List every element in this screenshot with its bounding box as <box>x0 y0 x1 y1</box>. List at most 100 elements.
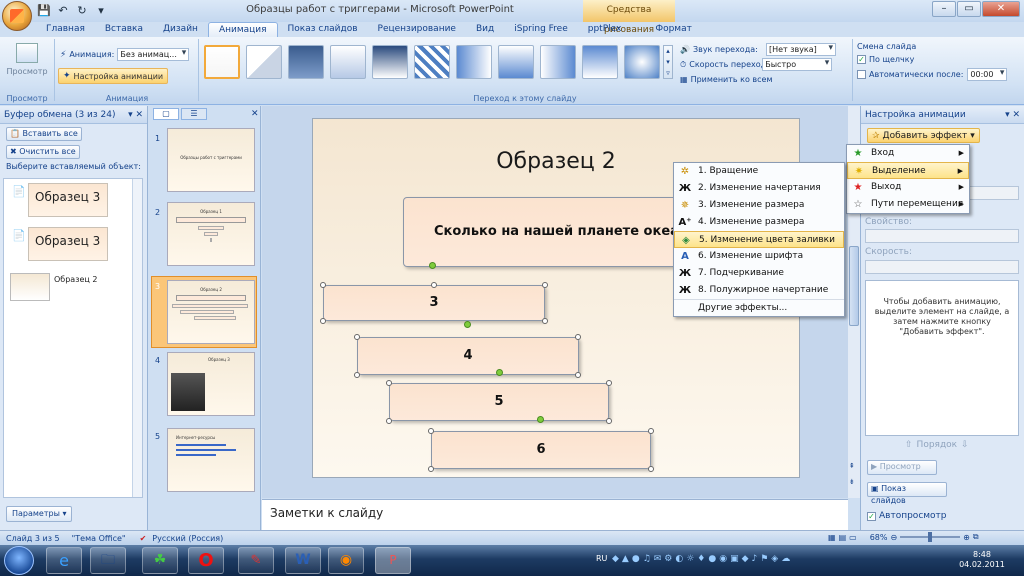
slide-thumb-3[interactable]: Образец 2 <box>167 280 255 344</box>
add-effect-button[interactable]: ✰ Добавить эффект ▾ <box>867 128 980 143</box>
menu-item-grow[interactable]: ✵ 3. Изменение размера <box>674 197 844 214</box>
resize-handle[interactable] <box>606 380 612 386</box>
answer-box-5[interactable]: 5 <box>389 383 609 421</box>
tab-pptplex[interactable]: pptPlex <box>578 22 632 37</box>
sound-dropdown[interactable]: [Нет звука] <box>765 43 836 56</box>
panel-close-icon[interactable]: ▾ ✕ <box>128 110 143 120</box>
tab-slideshow[interactable]: Показ слайдов <box>278 22 368 37</box>
menu-item-underline[interactable]: Ж 7. Подчеркивание <box>674 265 844 282</box>
resize-handle[interactable] <box>428 428 434 434</box>
tab-ispring[interactable]: iSpring Free <box>504 22 578 37</box>
menu-item-more-effects[interactable]: Другие эффекты... <box>674 299 844 316</box>
slide-thumb-1[interactable]: Образцы работ с триггерами <box>167 128 255 192</box>
animation-dropdown[interactable]: Без анимац... <box>117 48 190 61</box>
preview-button[interactable]: Просмотр <box>6 43 48 76</box>
normal-view-icon[interactable]: ▦ <box>828 533 836 542</box>
rotation-handle[interactable] <box>537 416 544 423</box>
clip-item[interactable]: Образец 3 <box>28 183 108 217</box>
answer-box-4[interactable]: 4 <box>357 337 579 375</box>
gallery-scroll[interactable]: ▴ ▾ ▿ <box>663 45 673 79</box>
answer-box-3[interactable]: 3 <box>323 285 545 321</box>
on-click-checkbox[interactable]: ✓ По щелчку <box>857 55 1007 64</box>
resize-handle[interactable] <box>354 372 360 378</box>
zoom-level[interactable]: 68% <box>870 533 888 542</box>
preview-anim-button[interactable]: ▶ Просмотр <box>867 460 937 475</box>
options-button[interactable]: Параметры ▾ <box>6 506 73 522</box>
contacts-icon[interactable]: ☘ <box>142 547 178 574</box>
zoom-out-icon[interactable]: ⊖ <box>890 533 897 542</box>
transition-thumb[interactable] <box>456 45 492 79</box>
tray-icons[interactable]: ◆▲●♫✉⚙◐☼♦●◉▣◆♪⚑◈☁ <box>612 554 942 567</box>
clip-slide-thumb[interactable] <box>10 273 50 301</box>
tab-view[interactable]: Вид <box>466 22 504 37</box>
transition-thumb[interactable] <box>540 45 576 79</box>
clock[interactable]: 8:48 04.02.2011 <box>942 550 1022 570</box>
tab-design[interactable]: Дизайн <box>153 22 208 37</box>
move-down-icon[interactable]: ⇩ <box>961 440 969 450</box>
menu-item-change-style[interactable]: Ж 2. Изменение начертания <box>674 180 844 197</box>
scroll-thumb[interactable] <box>849 246 859 326</box>
slide-thumb-5[interactable]: Интернет-ресурсы <box>167 428 255 492</box>
tab-home[interactable]: Главная <box>36 22 95 37</box>
rotation-handle[interactable] <box>429 262 436 269</box>
minimize-button[interactable]: – <box>932 1 956 17</box>
menu-item-motion-paths[interactable]: ☆ Пути перемещения ▶ <box>847 196 969 213</box>
tab-animation[interactable]: Анимация <box>207 22 278 37</box>
resize-handle[interactable] <box>320 318 326 324</box>
rotation-handle[interactable] <box>496 369 503 376</box>
undo-icon[interactable]: ↶ <box>55 3 71 19</box>
rotation-handle[interactable] <box>464 321 471 328</box>
resize-handle[interactable] <box>606 418 612 424</box>
close-button[interactable]: ✕ <box>982 1 1020 17</box>
zoom-slider[interactable] <box>900 532 961 542</box>
resize-handle[interactable] <box>428 466 434 472</box>
clip-item[interactable]: Образец 3 <box>28 227 108 261</box>
clear-all-button[interactable]: ✖ Очистить все <box>6 145 80 159</box>
resize-handle[interactable] <box>320 282 326 288</box>
panel-close-icon[interactable]: ▾ ✕ <box>1005 110 1020 120</box>
answer-box-6[interactable]: 6 <box>431 431 651 469</box>
apply-all-button[interactable]: ▦ Применить ко всем <box>680 75 773 84</box>
resize-handle[interactable] <box>386 418 392 424</box>
slide-thumb-4[interactable]: Образец 3 <box>167 352 255 416</box>
office-button[interactable] <box>2 1 32 31</box>
resize-handle[interactable] <box>354 334 360 340</box>
redo-icon[interactable]: ↻ <box>74 3 90 19</box>
animation-list[interactable]: Чтобы добавить анимацию, выделите элемен… <box>865 280 1019 436</box>
resize-handle[interactable] <box>542 318 548 324</box>
zoom-in-icon[interactable]: ⊕ <box>963 533 970 542</box>
opera-icon[interactable]: O <box>188 547 224 574</box>
word-icon[interactable]: W <box>285 547 321 574</box>
next-slide-icon[interactable]: ⇟ <box>849 478 855 486</box>
transition-thumb[interactable] <box>624 45 660 79</box>
outline-tab-icon[interactable]: ☰ <box>181 108 207 120</box>
custom-animation-button[interactable]: ✦ Настройка анимации <box>58 68 169 84</box>
speed-dropdown[interactable]: Быстро <box>762 58 833 71</box>
autopreview-checkbox[interactable]: ✓ Автопросмотр <box>867 511 947 521</box>
transition-thumb[interactable] <box>330 45 366 79</box>
tab-review[interactable]: Рецензирование <box>368 22 466 37</box>
slide-thumb-2[interactable]: Образец 1 <box>167 202 255 266</box>
sorter-view-icon[interactable]: ▤ <box>839 533 847 542</box>
menu-item-exit[interactable]: ★ Выход ▶ <box>847 179 969 196</box>
tab-format[interactable]: Формат <box>645 22 702 37</box>
menu-item-bold[interactable]: Ж 8. Полужирное начертание <box>674 282 844 299</box>
resize-handle[interactable] <box>648 428 654 434</box>
clipboard-scrollbar[interactable] <box>132 179 142 497</box>
resize-handle[interactable] <box>542 282 548 288</box>
notes-pane[interactable]: Заметки к слайду <box>262 499 848 530</box>
menu-item-spin[interactable]: ✲ 1. Вращение <box>674 163 844 180</box>
property-dropdown[interactable] <box>865 229 1019 243</box>
transition-thumb[interactable] <box>288 45 324 79</box>
ie-icon[interactable]: e <box>46 547 82 574</box>
resize-handle[interactable] <box>431 282 437 288</box>
menu-item-entrance[interactable]: ★ Вход ▶ <box>847 145 969 162</box>
question-box[interactable]: Сколько на нашей планете океанов? <box>403 197 703 267</box>
customize-qat-icon[interactable]: ▾ <box>93 3 109 19</box>
resize-handle[interactable] <box>575 372 581 378</box>
menu-item-emphasis[interactable]: ✷ Выделение ▶ <box>847 162 969 179</box>
prev-slide-icon[interactable]: ⇞ <box>849 462 855 470</box>
slideshow-view-icon[interactable]: ▭ <box>849 533 857 542</box>
firefox-icon[interactable]: ◉ <box>328 547 364 574</box>
transition-thumb[interactable] <box>414 45 450 79</box>
